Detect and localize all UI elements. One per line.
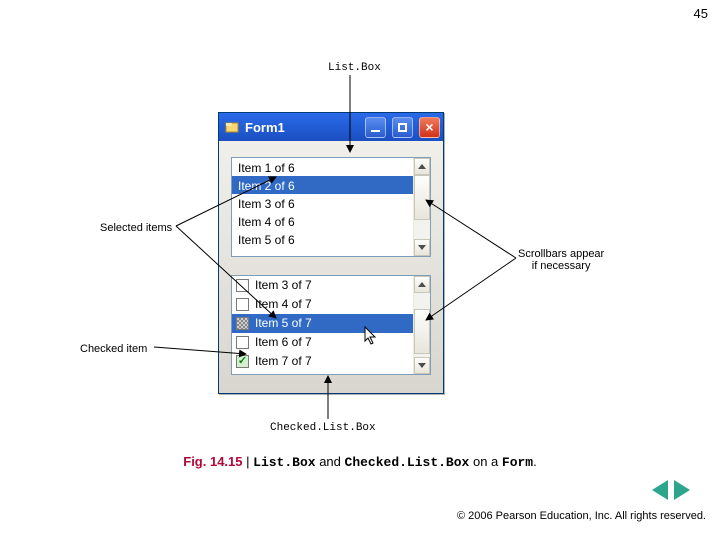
label-scrollbars: Scrollbars appear if necessary — [518, 248, 604, 272]
scroll-down-button[interactable] — [414, 357, 430, 374]
prev-slide-button[interactable] — [652, 480, 668, 500]
client-area: Item 1 of 6Item 2 of 6Item 3 of 6Item 4 … — [219, 141, 443, 393]
checkbox-icon[interactable] — [236, 279, 249, 292]
figure-caption: Fig. 14.15 | List.Box and Checked.List.B… — [0, 454, 720, 470]
label-listbox: List.Box — [328, 62, 381, 74]
checkedlistbox-items[interactable]: Item 3 of 7Item 4 of 7Item 5 of 7Item 6 … — [232, 276, 413, 374]
checkedlistbox-item-label: Item 3 of 7 — [255, 276, 312, 295]
maximize-button[interactable] — [392, 117, 413, 138]
label-checkedlistbox: Checked.List.Box — [270, 422, 376, 434]
scroll-track[interactable] — [414, 293, 430, 357]
checkedlistbox-item[interactable]: Item 3 of 7 — [232, 276, 413, 295]
app-icon — [225, 120, 239, 134]
next-slide-button[interactable] — [674, 480, 690, 500]
slide-nav — [652, 480, 690, 500]
mouse-cursor-icon — [364, 326, 378, 346]
checkbox-icon[interactable]: ✓ — [236, 355, 249, 368]
checkedlistbox-item[interactable]: Item 6 of 7 — [232, 333, 413, 352]
titlebar[interactable]: Form1 × — [219, 113, 443, 141]
scroll-up-button[interactable] — [414, 276, 430, 293]
checkbox-icon[interactable] — [236, 317, 249, 330]
checkedlistbox-scrollbar[interactable] — [413, 276, 430, 374]
checkbox-icon[interactable] — [236, 336, 249, 349]
scroll-down-button[interactable] — [414, 239, 430, 256]
checkedlistbox-item-label: Item 4 of 7 — [255, 295, 312, 314]
checkedlistbox-item[interactable]: ✓ Item 7 of 7 — [232, 352, 413, 371]
close-button[interactable]: × — [419, 117, 440, 138]
scroll-up-button[interactable] — [414, 158, 430, 175]
copyright-text: © 2006 Pearson Education, Inc. All right… — [457, 510, 706, 522]
label-checked-item: Checked item — [80, 343, 147, 355]
checkedlistbox-item[interactable]: Item 4 of 7 — [232, 295, 413, 314]
checkedlistbox-control[interactable]: Item 3 of 7Item 4 of 7Item 5 of 7Item 6 … — [231, 275, 431, 375]
checkedlistbox-item-label: Item 5 of 7 — [255, 314, 312, 333]
listbox-item[interactable]: Item 5 of 6 — [232, 230, 413, 248]
listbox-item[interactable]: Item 4 of 6 — [232, 212, 413, 230]
listbox-item[interactable]: Item 3 of 6 — [232, 194, 413, 212]
checkedlistbox-item[interactable]: Item 5 of 7 — [232, 314, 413, 333]
page-number: 45 — [694, 6, 708, 21]
scroll-track[interactable] — [414, 175, 430, 239]
checkedlistbox-item-label: Item 6 of 7 — [255, 333, 312, 352]
listbox-control[interactable]: Item 1 of 6Item 2 of 6Item 3 of 6Item 4 … — [231, 157, 431, 257]
checkbox-icon[interactable] — [236, 298, 249, 311]
minimize-button[interactable] — [365, 117, 386, 138]
listbox-item[interactable]: Item 2 of 6 — [232, 176, 413, 194]
listbox-item[interactable]: Item 1 of 6 — [232, 158, 413, 176]
figure-number: Fig. 14.15 — [183, 454, 242, 469]
window-title: Form1 — [245, 120, 359, 135]
checkedlistbox-item-label: Item 7 of 7 — [255, 352, 312, 371]
scroll-thumb[interactable] — [414, 175, 430, 220]
listbox-items[interactable]: Item 1 of 6Item 2 of 6Item 3 of 6Item 4 … — [232, 158, 413, 256]
scroll-thumb[interactable] — [414, 309, 430, 354]
form-window: Form1 × Item 1 of 6Item 2 of 6Item 3 of … — [218, 112, 444, 394]
listbox-scrollbar[interactable] — [413, 158, 430, 256]
label-selected-items: Selected items — [100, 222, 172, 234]
